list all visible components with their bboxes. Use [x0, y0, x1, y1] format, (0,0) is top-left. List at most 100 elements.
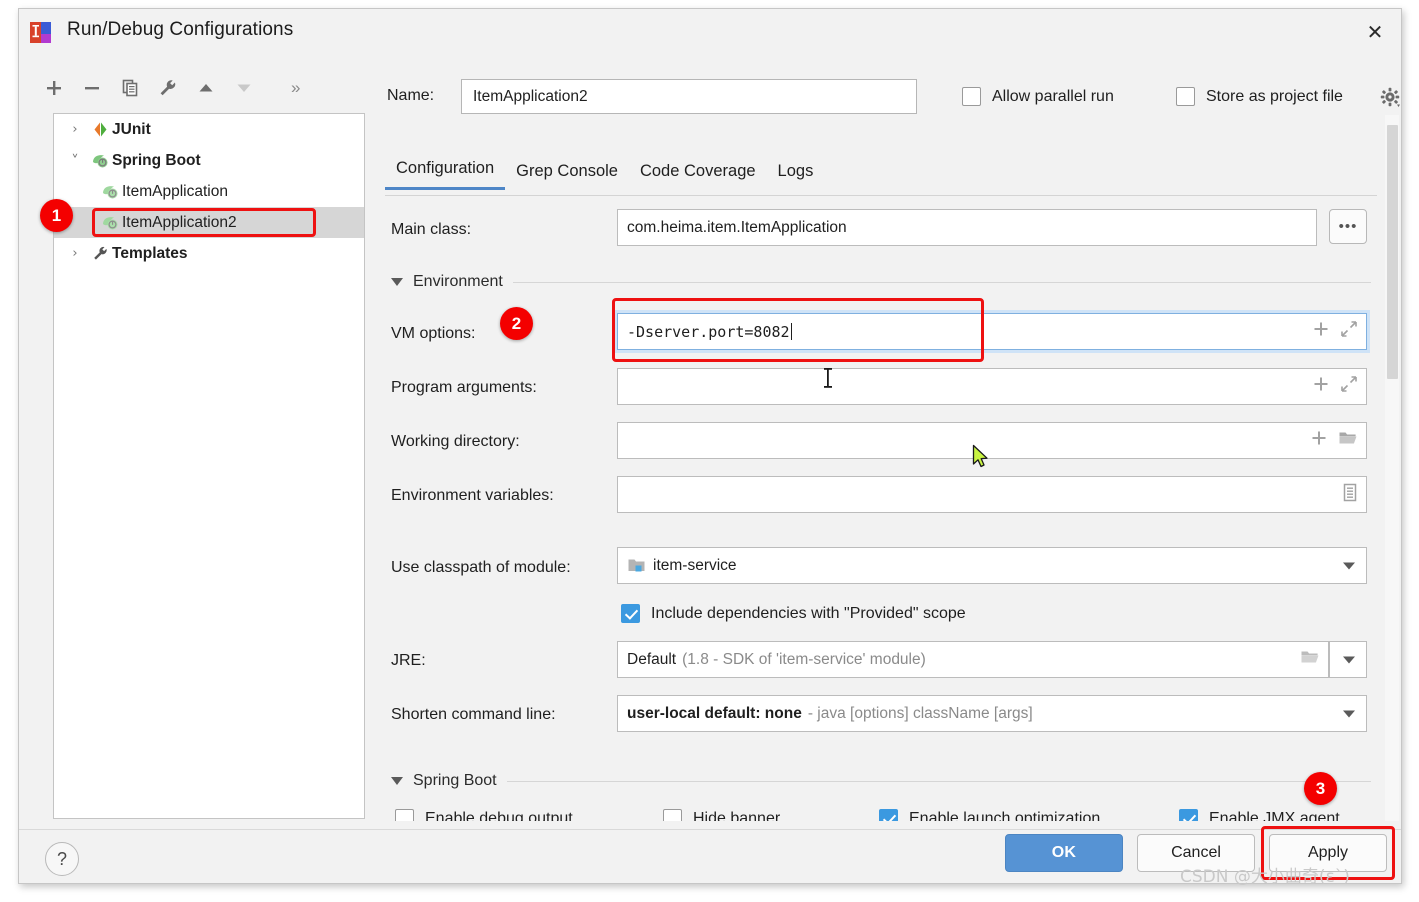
program-arguments-input[interactable] [617, 368, 1367, 405]
tab-code-coverage[interactable]: Code Coverage [629, 162, 767, 190]
chevron-right-icon[interactable]: › [62, 246, 88, 261]
environment-section-header[interactable]: Environment [391, 273, 1371, 291]
allow-parallel-run-label: Allow parallel run [992, 88, 1114, 106]
section-divider [507, 781, 1371, 782]
environment-variables-input[interactable] [617, 476, 1367, 513]
tree-item-itemapplication[interactable]: ItemApplication [54, 176, 364, 207]
name-input[interactable]: ItemApplication2 [461, 79, 917, 114]
folder-icon[interactable] [1338, 429, 1358, 452]
triangle-down-icon[interactable] [225, 71, 263, 105]
footer-divider [19, 829, 1401, 830]
jre-value: Default [627, 651, 676, 669]
shorten-command-line-value: user-local default: none [627, 705, 802, 723]
configurations-tree[interactable]: › JUnit ˅ Spring Boot [53, 113, 365, 819]
tree-item-spring-boot[interactable]: ˅ Spring Boot [54, 145, 364, 176]
tree-item-label: ItemApplication [122, 183, 228, 201]
hide-banner-checkbox[interactable]: Hide banner [663, 809, 780, 821]
working-directory-label: Working directory: [391, 433, 520, 451]
tab-configuration[interactable]: Configuration [385, 159, 505, 190]
tree-item-label: Spring Boot [112, 152, 201, 170]
tree-item-junit[interactable]: › JUnit [54, 114, 364, 145]
wrench-icon[interactable] [149, 71, 187, 105]
use-classpath-of-module-label: Use classpath of module: [391, 559, 571, 577]
annotation-badge-1: 1 [40, 199, 73, 232]
jre-label: JRE: [391, 652, 426, 670]
plus-icon[interactable] [1310, 429, 1328, 452]
junit-icon [88, 121, 112, 138]
chevron-down-icon[interactable]: ˅ [62, 152, 88, 170]
working-directory-input[interactable] [617, 422, 1367, 459]
chevron-down-icon[interactable] [1343, 710, 1355, 717]
module-icon [627, 557, 646, 574]
spring-boot-section-header[interactable]: Spring Boot [391, 772, 1371, 790]
chevron-down-icon[interactable] [1343, 562, 1355, 569]
plus-icon[interactable] [1312, 375, 1330, 398]
spring-boot-icon [98, 183, 122, 200]
checkbox-box [621, 604, 640, 623]
include-provided-scope-checkbox[interactable]: Include dependencies with "Provided" sco… [621, 604, 966, 623]
expand-icon[interactable] [1340, 375, 1358, 398]
configurations-toolbar: » [35, 67, 365, 109]
checkbox-box [663, 809, 682, 821]
triangle-down-icon [391, 777, 403, 785]
tab-grep-console[interactable]: Grep Console [505, 162, 629, 190]
jre-combo[interactable]: Default (1.8 - SDK of 'item-service' mod… [617, 641, 1329, 678]
vm-options-value: -Dserver.port=8082 [627, 323, 790, 341]
copy-icon[interactable] [111, 71, 149, 105]
use-classpath-of-module-combo[interactable]: item-service [617, 547, 1367, 584]
vm-options-input[interactable]: -Dserver.port=8082 [617, 313, 1367, 350]
tree-item-label: Templates [112, 245, 188, 263]
tree-item-label: ItemApplication2 [122, 214, 237, 232]
main-class-value: com.heima.item.ItemApplication [627, 219, 847, 237]
environment-variables-label: Environment variables: [391, 487, 554, 505]
close-icon[interactable]: ✕ [1358, 17, 1392, 47]
gear-icon[interactable] [1379, 86, 1401, 112]
jre-dropdown-button[interactable] [1329, 641, 1367, 678]
intellij-idea-icon [30, 22, 51, 43]
enable-jmx-agent-checkbox[interactable]: Enable JMX agent [1179, 809, 1340, 821]
main-class-browse-button[interactable]: ••• [1329, 209, 1367, 244]
ok-button[interactable]: OK [1005, 834, 1123, 872]
tree-item-templates[interactable]: › Templates [54, 238, 364, 269]
shorten-command-line-label: Shorten command line: [391, 706, 556, 724]
include-provided-scope-label: Include dependencies with "Provided" sco… [651, 605, 966, 623]
checkbox-box [1176, 87, 1195, 106]
list-icon[interactable] [1342, 483, 1358, 507]
configuration-form: Main class: com.heima.item.ItemApplicati… [385, 201, 1377, 821]
minus-icon[interactable] [73, 71, 111, 105]
working-directory-adornments [1310, 423, 1358, 458]
checkbox-box [879, 809, 898, 821]
chevron-down-icon [1343, 656, 1355, 663]
run-debug-configurations-dialog: Run/Debug Configurations ✕ [18, 8, 1402, 884]
plus-icon[interactable] [1312, 320, 1330, 343]
chevron-right-icon[interactable]: › [62, 122, 88, 137]
folder-icon[interactable] [1300, 648, 1320, 671]
tree-item-itemapplication2[interactable]: ItemApplication2 [54, 207, 364, 238]
vm-options-adornments [1312, 314, 1358, 349]
vm-options-label: VM options: [391, 325, 475, 343]
help-button[interactable]: ? [45, 842, 79, 876]
enable-launch-optimization-checkbox[interactable]: Enable launch optimization [879, 809, 1100, 821]
tree-item-label: JUnit [112, 121, 151, 139]
enable-debug-output-checkbox[interactable]: Enable debug output [395, 809, 573, 821]
toolbar-overflow-button[interactable]: » [291, 78, 300, 98]
spring-boot-icon [88, 152, 112, 169]
expand-icon[interactable] [1340, 320, 1358, 343]
store-as-project-file-checkbox[interactable]: Store as project file [1176, 87, 1343, 106]
triangle-up-icon[interactable] [187, 71, 225, 105]
hide-banner-label: Hide banner [693, 810, 780, 822]
plus-icon[interactable] [35, 71, 73, 105]
shorten-command-line-combo[interactable]: user-local default: none - java [options… [617, 695, 1367, 732]
tab-logs[interactable]: Logs [767, 162, 825, 190]
form-scrollbar-thumb[interactable] [1387, 125, 1398, 379]
program-arguments-label: Program arguments: [391, 379, 537, 397]
annotation-badge-2: 2 [500, 307, 533, 340]
spring-boot-icon [98, 214, 122, 231]
text-caret [791, 323, 792, 340]
main-class-label: Main class: [391, 221, 471, 239]
allow-parallel-run-checkbox[interactable]: Allow parallel run [962, 87, 1114, 106]
environment-variables-adornments [1342, 477, 1358, 512]
spring-boot-section-label: Spring Boot [413, 772, 497, 790]
jre-value-detail: (1.8 - SDK of 'item-service' module) [682, 651, 926, 669]
main-class-input[interactable]: com.heima.item.ItemApplication [617, 209, 1317, 246]
